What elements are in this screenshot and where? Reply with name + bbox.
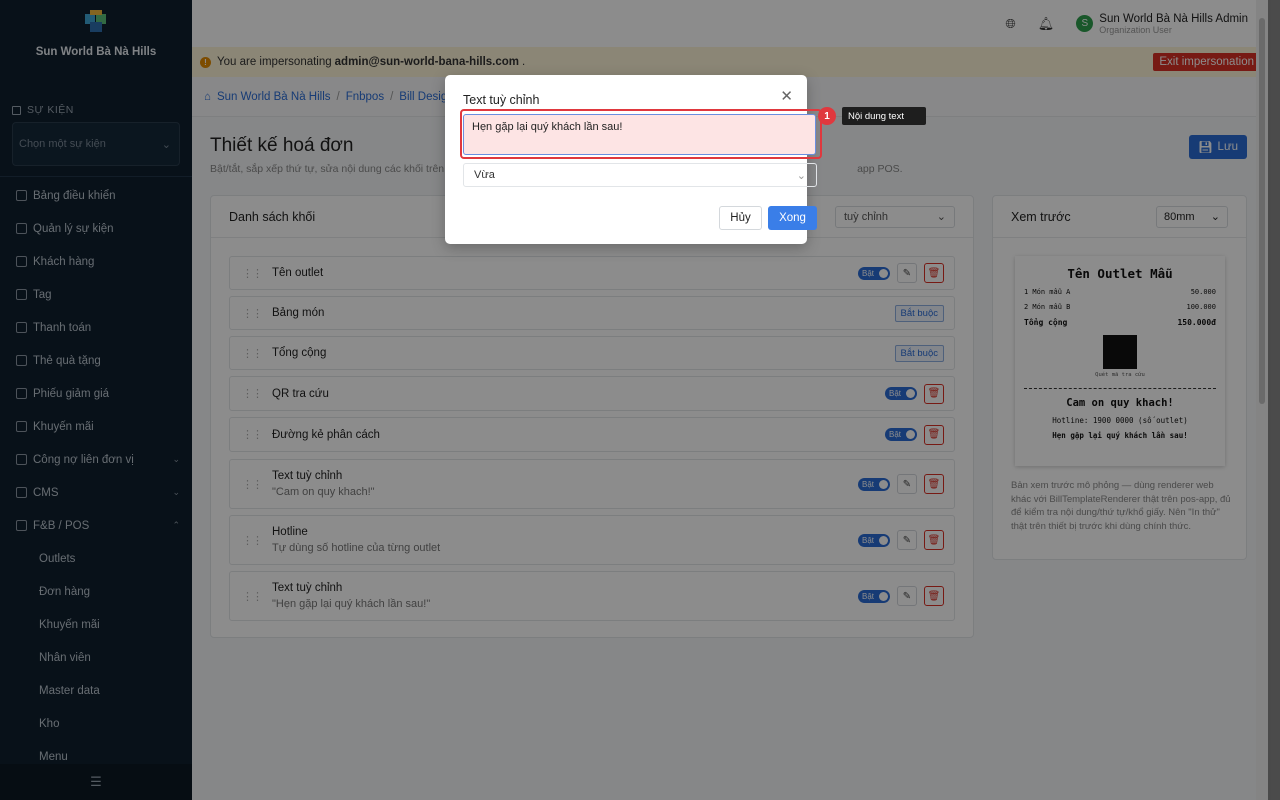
annotation-badge: 1 xyxy=(818,107,836,125)
done-button[interactable]: Xong xyxy=(768,206,817,230)
text-size-select[interactable]: Vừa ⌄ xyxy=(463,163,817,187)
modal-title: Text tuỳ chỉnh xyxy=(463,93,540,107)
annotation-highlight xyxy=(460,109,822,159)
close-icon[interactable]: ✕ xyxy=(780,87,793,105)
custom-text-modal: Text tuỳ chỉnh ✕ Hẹn gặp lại quý khách l… xyxy=(445,75,817,244)
cancel-button[interactable]: Hủy xyxy=(719,206,762,230)
annotation-tooltip: Nội dung text xyxy=(842,107,926,125)
chevron-down-icon: ⌄ xyxy=(796,169,806,182)
